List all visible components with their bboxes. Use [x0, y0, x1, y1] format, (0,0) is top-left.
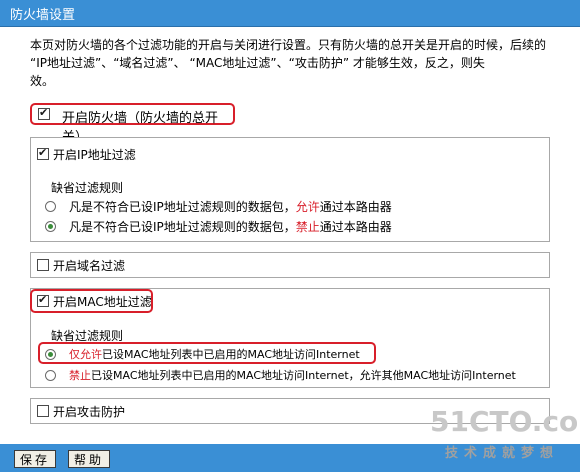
- domain-filter-label: 开启域名过滤: [53, 259, 126, 273]
- mac-allow-only-highlight: [38, 342, 376, 364]
- attack-protection-checkbox[interactable]: [37, 405, 49, 417]
- ip-filter-deny-radio[interactable]: [45, 221, 56, 232]
- ip-filter-deny-option: 凡是不符合已设IP地址过滤规则的数据包，禁止通过本路由器: [69, 218, 392, 235]
- ip-filter-allow-option: 凡是不符合已设IP地址过滤规则的数据包，允许通过本路由器: [69, 198, 392, 215]
- save-button[interactable]: 保存: [14, 450, 56, 468]
- ip-filter-group: 开启IP地址过滤 缺省过滤规则 凡是不符合已设IP地址过滤规则的数据包，允许通过…: [30, 137, 550, 242]
- ip-filter-allow-radio[interactable]: [45, 201, 56, 212]
- ip-filter-allow-keyword: 允许: [295, 200, 320, 214]
- mac-filter-deny-keyword: 禁止: [69, 369, 91, 382]
- ip-filter-checkbox[interactable]: [37, 146, 49, 160]
- mac-filter-deny-radio[interactable]: [45, 370, 56, 381]
- mac-filter-deny-option: 禁止已设MAC地址列表中已启用的MAC地址访问Internet，允许其他MAC地…: [69, 367, 516, 383]
- domain-filter-group: 开启域名过滤: [30, 252, 550, 278]
- description-line-2: “IP地址过滤”、“域名过滤”、 “MAC地址过滤”、“攻击防护” 才能够生效，…: [30, 56, 485, 70]
- description-line-1: 本页对防火墙的各个过滤功能的开启与关闭进行设置。只有防火墙的总开关是开启的时候，…: [30, 38, 547, 52]
- ip-filter-label: 开启IP地址过滤: [53, 148, 136, 162]
- ip-filter-allow-text-post: 通过本路由器: [319, 200, 392, 214]
- page-description: 本页对防火墙的各个过滤功能的开启与关闭进行设置。只有防火墙的总开关是开启的时候，…: [30, 36, 560, 90]
- watermark-brand: 51CTO.com: [430, 405, 580, 438]
- ip-filter-deny-keyword: 禁止: [295, 220, 320, 234]
- firewall-master-switch[interactable]: 开启防火墙（防火墙的总开关）: [30, 103, 235, 145]
- domain-filter-checkbox[interactable]: [37, 259, 49, 271]
- help-button[interactable]: 帮助: [68, 450, 110, 468]
- ip-filter-deny-text-post: 通过本路由器: [319, 220, 392, 234]
- watermark-slogan: 技术成就梦想: [445, 446, 560, 461]
- mac-filter-highlight: [30, 289, 153, 313]
- ip-filter-deny-text-pre: 凡是不符合已设IP地址过滤规则的数据包，: [69, 220, 296, 234]
- ip-filter-allow-text-pre: 凡是不符合已设IP地址过滤规则的数据包，: [69, 200, 296, 214]
- window-title: 防火墙设置: [10, 8, 76, 23]
- firewall-master-checkbox[interactable]: [38, 106, 50, 120]
- description-line-3: 效。: [30, 74, 55, 88]
- window-titlebar: 防火墙设置: [0, 0, 580, 27]
- mac-filter-deny-text: 已设MAC地址列表中已启用的MAC地址访问Internet，允许其他MAC地址访…: [91, 369, 516, 382]
- ip-filter-rule-title: 缺省过滤规则: [51, 181, 124, 195]
- attack-protection-label: 开启攻击防护: [53, 405, 126, 419]
